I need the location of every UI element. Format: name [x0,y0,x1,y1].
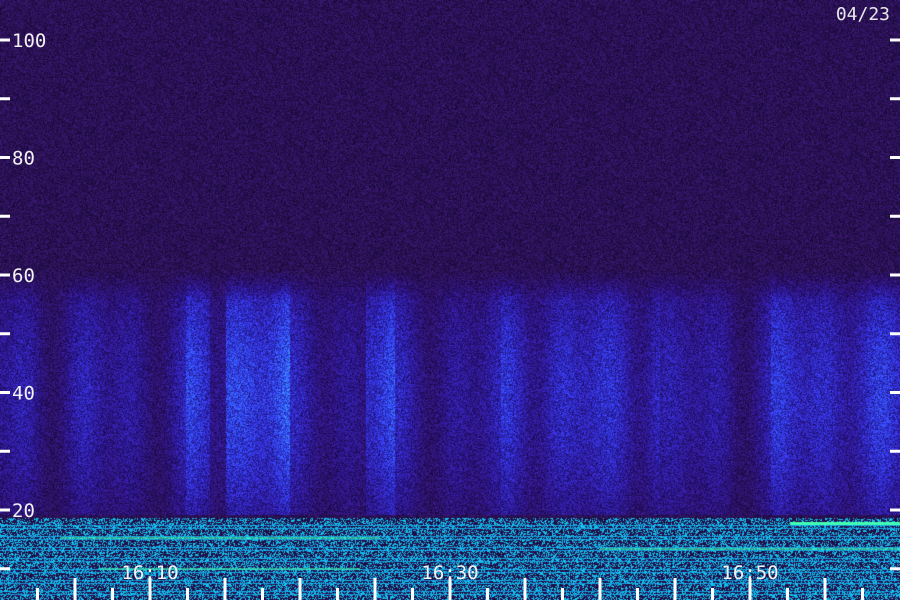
y-tick-right [890,449,900,453]
x-tick [711,588,714,600]
x-tick [73,578,77,600]
x-tick-label: 16:50 [721,562,778,584]
y-tick-left [0,332,10,336]
x-tick [298,578,302,600]
date-label: 04/23 [835,4,890,25]
y-tick-right [890,38,900,42]
y-tick-label: 80 [12,148,35,170]
x-tick [411,588,414,600]
y-tick-left [0,508,10,512]
x-tick [223,578,227,600]
x-tick [861,588,864,600]
y-tick-right [890,391,900,394]
y-tick-left [0,449,10,453]
y-tick-right [890,508,900,512]
y-tick-label: 100 [12,30,46,52]
x-tick [336,588,339,600]
x-tick-label: 16:10 [121,562,178,584]
y-tick-left [0,97,10,101]
y-tick-left [0,156,10,159]
x-tick [673,578,677,600]
y-tick-right [890,567,900,571]
y-tick-left [0,567,10,571]
x-tick [261,588,264,600]
y-tick-left [0,214,10,218]
y-tick-left [0,273,10,277]
y-tick-right [890,97,900,101]
axes-overlay: 20 40 60 80 100 16:10 16:30 16:50 [0,30,900,600]
y-tick-left [0,391,10,394]
x-tick [523,578,527,600]
x-tick [111,588,114,600]
x-tick [786,588,789,600]
spectrogram-panel: 20 40 60 80 100 16:10 16:30 16:50 04/23 [0,0,900,600]
x-tick [36,588,39,600]
x-tick [486,588,489,600]
y-tick-right [890,156,900,159]
x-tick [823,578,827,600]
y-tick-label: 60 [12,265,35,287]
y-tick-left [0,38,10,42]
y-tick-label: 20 [12,500,35,522]
x-tick [561,588,564,600]
y-tick-right [890,214,900,218]
x-tick [373,578,377,600]
y-tick-right [890,273,900,277]
y-tick-right [890,332,900,336]
x-tick [636,588,639,600]
x-tick-label: 16:30 [421,562,478,584]
x-tick [598,578,602,600]
y-tick-label: 40 [12,383,35,405]
x-tick [186,588,189,600]
